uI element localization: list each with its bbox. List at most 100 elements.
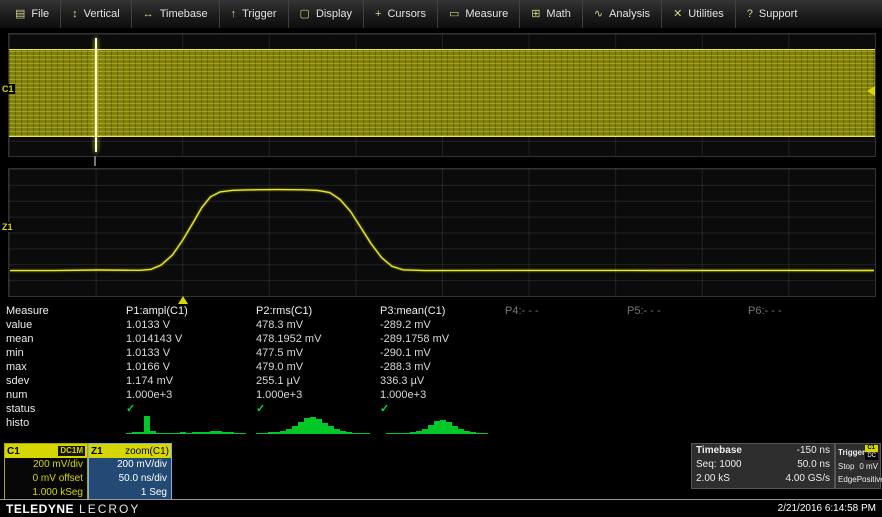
- menu-item-label: Trigger: [242, 8, 276, 20]
- measure-value-cell: 477.5 mV: [256, 346, 380, 360]
- trigger-detail-right: 0 mV: [859, 460, 878, 473]
- menu-item-trigger[interactable]: ↑ Trigger: [219, 0, 288, 28]
- menu-item-measure[interactable]: ▭Measure: [437, 0, 519, 28]
- histogram-bar: [482, 433, 488, 434]
- menu-item-cursors[interactable]: +Cursors: [363, 0, 437, 28]
- menu-item-label: Utilities: [688, 8, 723, 20]
- trigger-detail-rows: Stop0 mVEdgePositive: [836, 460, 880, 486]
- measure-row-label: value: [6, 318, 126, 332]
- c1-trigger-line: [95, 38, 97, 152]
- measure-value-cell: [627, 374, 748, 388]
- measure-value-cell: [505, 360, 627, 374]
- z1-descriptor-subtitle: zoom(C1): [125, 446, 169, 457]
- measure-column-header[interactable]: P3:mean(C1): [380, 304, 505, 318]
- menu-item-analysis[interactable]: ∿Analysis: [582, 0, 661, 28]
- zoom-waveform-grid: [8, 168, 876, 297]
- trigger-descriptor-box[interactable]: Trigger C1 DC Stop0 mVEdgePositive: [835, 443, 881, 489]
- analysis-icon: ∿: [594, 9, 603, 20]
- math-icon: ⊞: [531, 9, 540, 20]
- datetime-display: 2/21/2016 6:14:58 PM: [778, 503, 876, 514]
- menu-item-file[interactable]: ▤File: [4, 0, 60, 28]
- menu-item-math[interactable]: ⊞Math: [519, 0, 582, 28]
- measure-value-cell: [748, 374, 878, 388]
- z1-channel-label: Z1: [1, 222, 14, 232]
- measure-value-cell: 1.0166 V: [126, 360, 256, 374]
- trigger-source-badge: C1: [865, 445, 878, 452]
- measure-value-cell: 1.000e+3: [126, 388, 256, 402]
- c1-channel-label: C1: [1, 84, 15, 94]
- measure-column-header[interactable]: P1:ampl(C1): [126, 304, 256, 318]
- trigger-icon: ↑: [231, 9, 237, 20]
- trigger-detail-left: Edge: [838, 473, 857, 486]
- menu-item-utilities[interactable]: ✕ Utilities: [661, 0, 735, 28]
- c1-descriptor-line: 200 mV/div: [5, 458, 87, 472]
- measure-row-label: min: [6, 346, 126, 360]
- trigger-detail-row: Stop0 mV: [836, 460, 880, 473]
- measure-value-cell: [627, 388, 748, 402]
- trigger-time-tick: [94, 156, 96, 166]
- histogram-bar: [364, 433, 370, 434]
- measure-value-cell: [505, 374, 627, 388]
- c1-waveform-trace[interactable]: [9, 49, 875, 137]
- z1-descriptor-line: 50.0 ns/div: [89, 472, 171, 486]
- measure-column-header[interactable]: P4:- - -: [505, 304, 627, 318]
- menu-item-label: Timebase: [160, 8, 208, 20]
- measure-value-cell: [748, 318, 878, 332]
- menu-item-timebase[interactable]: ↔ Timebase: [131, 0, 219, 28]
- trigger-badges: C1 DC: [865, 445, 878, 460]
- menu-item-vertical[interactable]: ↕Vertical: [60, 0, 131, 28]
- support-icon: ?: [747, 9, 753, 20]
- main-waveform-grid: [8, 33, 876, 157]
- menu-item-label: Measure: [465, 8, 508, 20]
- measure-value-cell: -290.1 mV: [380, 346, 505, 360]
- menu-item-support[interactable]: ?Support: [735, 0, 809, 28]
- measure-histogram: [256, 416, 380, 434]
- measure-table: MeasureP1:ampl(C1)P2:rms(C1)P3:mean(C1)P…: [6, 304, 878, 434]
- measure-value-cell: [748, 346, 878, 360]
- measure-value-cell: 1.014143 V: [126, 332, 256, 346]
- measure-column-header[interactable]: P6:- - -: [748, 304, 878, 318]
- measure-row-label: status: [6, 402, 126, 416]
- measure-table-corner-label: Measure: [6, 304, 126, 318]
- z1-descriptor-title: Z1: [91, 446, 103, 457]
- measure-row-label: histo: [6, 416, 126, 430]
- timebase-icon: ↔: [143, 9, 154, 20]
- z1-descriptor-box[interactable]: Z1 zoom(C1) 200 mV/div50.0 ns/div1 Seg: [88, 443, 172, 501]
- trigger-delay-marker[interactable]: [178, 296, 188, 304]
- measure-column-header[interactable]: P2:rms(C1): [256, 304, 380, 318]
- measure-value-cell: -289.2 mV: [380, 318, 505, 332]
- measure-value-cell: [505, 332, 627, 346]
- measure-column-header[interactable]: P5:- - -: [627, 304, 748, 318]
- c1-descriptor-box[interactable]: C1 DC1M 200 mV/div0 mV offset1.000 kSeg: [4, 443, 88, 501]
- measure-row-label: num: [6, 388, 126, 402]
- measure-histogram: [380, 416, 505, 434]
- measure-value-cell: 479.0 mV: [256, 360, 380, 374]
- timebase-detail-right: 4.00 GS/s: [786, 472, 830, 486]
- utilities-icon: ✕: [673, 9, 682, 20]
- cursors-icon: +: [375, 9, 381, 20]
- menu-item-display[interactable]: ▢Display: [288, 0, 363, 28]
- c1-descriptor-header: C1 DC1M: [5, 444, 87, 458]
- measure-status-check: [627, 402, 748, 416]
- c1-offset-marker[interactable]: [867, 86, 875, 96]
- z1-zoom-trace[interactable]: [10, 170, 874, 295]
- measure-value-cell: [748, 332, 878, 346]
- timebase-descriptor-box[interactable]: Timebase -150 ns Seq: 100050.0 ns2.00 kS…: [691, 443, 835, 489]
- measure-value-cell: [505, 318, 627, 332]
- measure-row-label: mean: [6, 332, 126, 346]
- measure-value-cell: [627, 360, 748, 374]
- c1-descriptor-lines: 200 mV/div0 mV offset1.000 kSeg: [5, 458, 87, 500]
- trigger-coupling-badge: DC: [865, 453, 878, 460]
- menu-item-label: Display: [316, 8, 352, 20]
- measure-value-cell: [748, 360, 878, 374]
- measure-value-cell: [627, 346, 748, 360]
- measure-value-cell: 336.3 µV: [380, 374, 505, 388]
- brand-teledyne: TELEDYNE: [6, 502, 74, 516]
- timebase-delay-value: -150 ns: [797, 444, 830, 458]
- measure-value-cell: [505, 388, 627, 402]
- vertical-icon: ↕: [72, 9, 78, 20]
- measure-value-cell: 1.000e+3: [256, 388, 380, 402]
- timebase-title: Timebase: [696, 444, 742, 458]
- file-icon: ▤: [15, 9, 25, 20]
- z1-descriptor-line: 200 mV/div: [89, 458, 171, 472]
